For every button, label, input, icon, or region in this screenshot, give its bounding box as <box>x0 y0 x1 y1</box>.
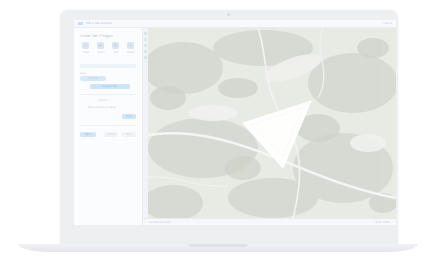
coordinates-readout: Lat 0.000 Lon 0.000 <box>149 221 172 224</box>
hint-text: Drag vertices to adjust <box>88 105 116 109</box>
laptop-notch <box>188 244 248 247</box>
app-logo-icon <box>78 22 83 25</box>
tool-row: ▱ ➤ ✎ ▪ <box>82 42 138 50</box>
layers-icon[interactable] <box>144 44 147 47</box>
tool-label-select: Select <box>97 51 105 54</box>
cancel-button[interactable]: Cancel <box>104 132 118 137</box>
status-bar: Lat 0.000 Lon 0.000 Scale 1:5000 <box>143 218 396 225</box>
divider <box>80 125 136 126</box>
measure-icon[interactable] <box>144 50 147 53</box>
options-label: Options <box>98 98 108 102</box>
user-menu[interactable]: User ▾ <box>383 21 392 26</box>
app-title: Plot & Site Analysis <box>86 21 112 25</box>
tool-label-draw: Draw <box>83 51 89 54</box>
apply-button[interactable]: Apply <box>122 114 136 119</box>
area-value-field[interactable]: 12.4 ha <box>80 76 106 81</box>
laptop-screen: Plot & Site Analysis User ▾ Create Site … <box>74 20 396 225</box>
save-button[interactable]: Save <box>80 132 96 137</box>
side-panel: Create Site / Polygon ▱ ➤ ✎ ▪ Draw Selec… <box>74 28 143 225</box>
next-button[interactable]: Next <box>122 132 136 137</box>
scale-readout: Scale 1:5000 <box>375 221 390 224</box>
info-bar <box>80 64 136 68</box>
divider <box>80 94 136 95</box>
analyze-site-button[interactable]: Analyze Site <box>90 84 130 89</box>
tool-label-edit: Edit <box>113 51 119 54</box>
app-header: Plot & Site Analysis User ▾ <box>74 20 396 28</box>
satellite-map[interactable] <box>143 28 396 218</box>
map-toolbar <box>143 28 148 218</box>
panel-title: Create Site / Polygon <box>80 34 114 38</box>
zoom-in-icon[interactable] <box>144 32 147 35</box>
tool-label-delete: Delete <box>127 51 135 54</box>
cursor-icon[interactable]: ➤ <box>97 42 104 49</box>
trash-icon[interactable]: ▪ <box>127 42 134 49</box>
zoom-out-icon[interactable] <box>144 38 147 41</box>
polygon-icon[interactable]: ▱ <box>82 42 89 49</box>
pencil-icon[interactable]: ✎ <box>112 42 119 49</box>
satellite-imagery <box>143 28 396 218</box>
locate-icon[interactable] <box>144 56 147 59</box>
area-label: Area <box>80 71 86 75</box>
webcam-icon <box>227 13 230 16</box>
